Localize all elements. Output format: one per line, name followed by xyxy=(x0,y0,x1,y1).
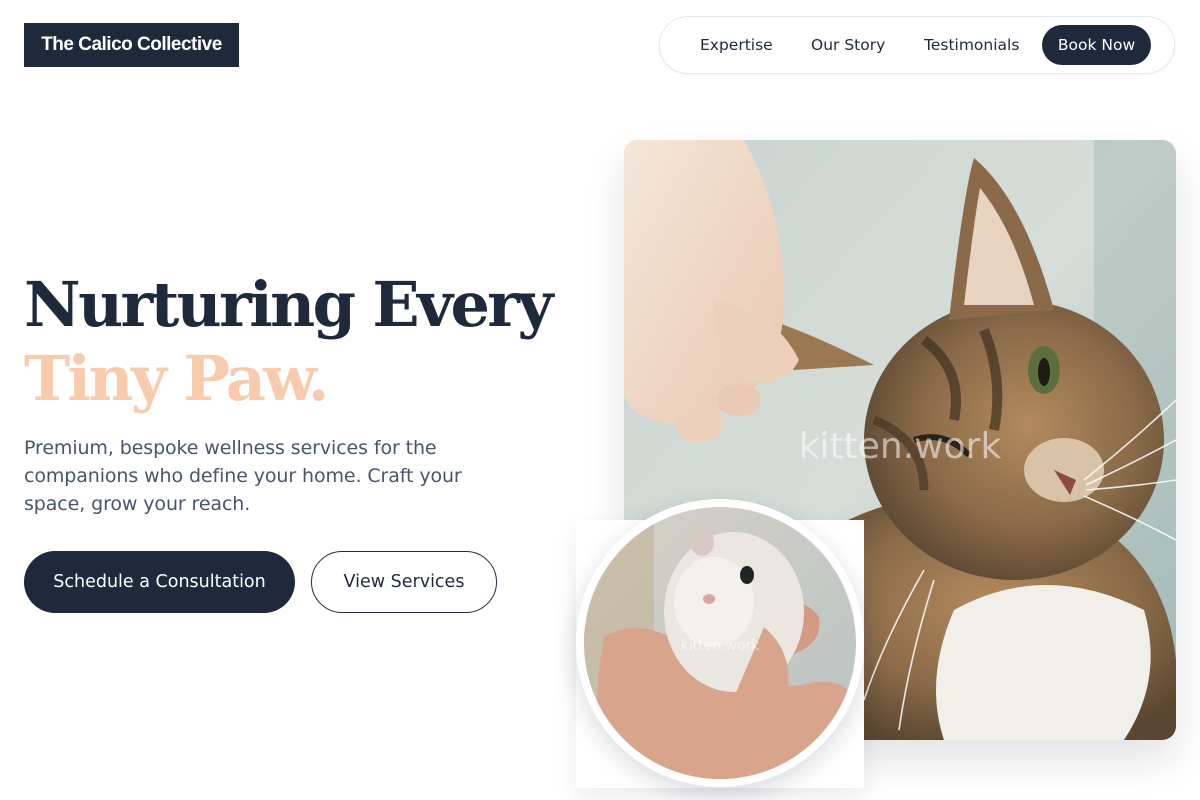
nav-link-expertise[interactable]: Expertise xyxy=(700,17,773,73)
main-watermark: kitten.work xyxy=(799,426,1002,467)
page: The Calico Collective Expertise Our Stor… xyxy=(0,0,1200,800)
nav-link-our-story[interactable]: Our Story xyxy=(811,17,885,73)
main-nav: Expertise Our Story Testimonials Book No… xyxy=(659,16,1175,74)
inset-watermark: kitten.work xyxy=(681,638,761,654)
headline-line-1: Nurturing Every xyxy=(24,268,553,341)
hero-description: Premium, bespoke wellness services for t… xyxy=(24,437,462,515)
schedule-consultation-button[interactable]: Schedule a Consultation xyxy=(24,551,295,613)
brand-logo[interactable]: The Calico Collective xyxy=(24,23,239,67)
view-services-button[interactable]: View Services xyxy=(311,551,497,613)
book-now-button[interactable]: Book Now xyxy=(1042,25,1151,65)
hamster-illustration: kitten.work xyxy=(584,507,856,779)
headline-line-2-accent: Tiny Paw. xyxy=(24,342,329,415)
nav-link-testimonials[interactable]: Testimonials xyxy=(924,17,1019,73)
inset-hamster-photo: kitten.work xyxy=(576,499,864,787)
hero-headline: Nurturing Every Tiny Paw. xyxy=(24,268,553,416)
